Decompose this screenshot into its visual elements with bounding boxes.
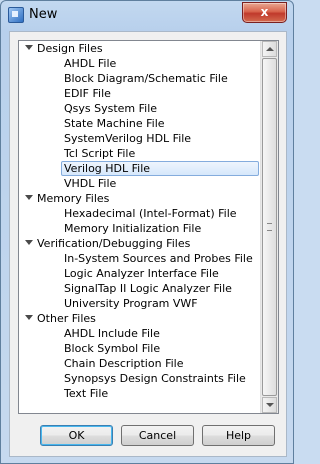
tree-item-label: Qsys System File [64,102,158,115]
tree-item[interactable]: AHDL File [19,56,260,71]
tree-group-label: Other Files [37,312,96,325]
close-button[interactable]: x [242,2,287,23]
tree-group-label: Memory Files [37,192,110,205]
new-file-dialog: New x Design Files AHDL File Block Diagram… [0,0,294,464]
expand-arrow-icon[interactable] [25,195,33,200]
tree-item[interactable]: Block Diagram/Schematic File [19,71,260,86]
tree-item[interactable]: Chain Description File [19,356,260,371]
tree-item[interactable]: Text File [19,386,260,401]
tree-list: Design Files AHDL File Block Diagram/Schem… [19,41,260,401]
tree-item-label: AHDL File [64,57,117,70]
tree-item-label: University Program VWF [64,297,198,310]
dialog-title: New [29,7,58,22]
expand-arrow-icon[interactable] [25,315,33,320]
tree-item-label: Hexadecimal (Intel-Format) File [64,207,237,220]
tree-item[interactable]: EDIF File [19,86,260,101]
tree-item[interactable]: SignalTap II Logic Analyzer File [19,281,260,296]
tree-item-label: Chain Description File [64,357,184,370]
tree-item[interactable]: Block Symbol File [19,341,260,356]
tree-item-label: SignalTap II Logic Analyzer File [64,282,232,295]
tree-item-label: In-System Sources and Probes File [64,252,253,265]
tree-group[interactable]: Memory Files [19,191,260,206]
tree-item[interactable]: In-System Sources and Probes File [19,251,260,266]
tree-group[interactable]: Other Files [19,311,260,326]
tree-item-label: VHDL File [64,177,117,190]
tree-item-label: Verilog HDL File [61,161,259,176]
tree-item[interactable]: Logic Analyzer Interface File [19,266,260,281]
tree-group[interactable]: Design Files [19,41,260,56]
tree-item-label: SystemVerilog HDL File [64,132,192,145]
scroll-down-icon[interactable] [262,397,277,413]
tree-item-label: EDIF File [64,87,111,100]
ok-button[interactable]: OK [40,425,113,446]
scroll-thumb[interactable] [262,58,277,396]
expand-arrow-icon[interactable] [25,240,33,245]
tree-item[interactable]: University Program VWF [19,296,260,311]
tree-item-label: Block Symbol File [64,342,161,355]
tree-item-label: Tcl Script File [64,147,136,160]
scroll-up-icon[interactable] [262,41,277,57]
tree-group[interactable]: Verification/Debugging Files [19,236,260,251]
tree-item[interactable]: Memory Initialization File [19,221,260,236]
tree-group-label: Verification/Debugging Files [37,237,191,250]
tree-item[interactable]: Synopsys Design Constraints File [19,371,260,386]
tree-group-label: Design Files [37,42,103,55]
tree-item-label: Text File [64,387,109,400]
vertical-scrollbar[interactable] [260,41,278,413]
tree-item[interactable]: Verilog HDL File [19,161,260,176]
tree-item[interactable]: Tcl Script File [19,146,260,161]
tree-item[interactable]: SystemVerilog HDL File [19,131,260,146]
dialog-body: Design Files AHDL File Block Diagram/Schem… [9,31,287,457]
tree-item[interactable]: Qsys System File [19,101,260,116]
title-bar[interactable]: New x [1,1,293,29]
tree-item[interactable]: VHDL File [19,176,260,191]
tree-item-label: Logic Analyzer Interface File [64,267,219,280]
tree-item-label: Synopsys Design Constraints File [64,372,246,385]
tree-item[interactable]: State Machine File [19,116,260,131]
tree-item[interactable]: Hexadecimal (Intel-Format) File [19,206,260,221]
tree-item[interactable]: AHDL Include File [19,326,260,341]
cancel-button[interactable]: Cancel [121,425,194,446]
help-button[interactable]: Help [202,425,275,446]
file-type-tree[interactable]: Design Files AHDL File Block Diagram/Schem… [18,40,279,414]
tree-item-label: Block Diagram/Schematic File [64,72,228,85]
tree-item-label: State Machine File [64,117,165,130]
tree-item-label: Memory Initialization File [64,222,202,235]
expand-arrow-icon[interactable] [25,45,33,50]
app-icon [8,7,24,23]
tree-item-label: AHDL Include File [64,327,160,340]
